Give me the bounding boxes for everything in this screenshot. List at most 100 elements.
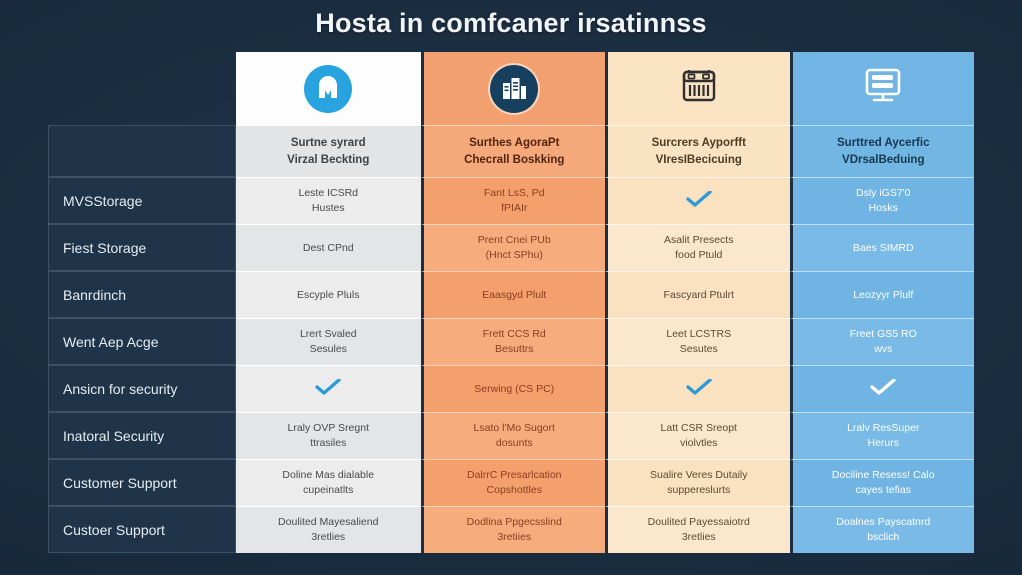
cell-line2: violvtles xyxy=(680,437,718,449)
cell-line1: DalrrC Presarlcation xyxy=(466,469,562,482)
table-cell[interactable]: Fant LsS, Pd fPIAIr xyxy=(420,177,605,224)
column-header-icon-4 xyxy=(789,52,974,125)
table-cell[interactable]: Dsly iGS7'0 Hosks xyxy=(789,177,974,224)
cell-line1: Lraly OVP Sregnt xyxy=(287,422,369,435)
table-cell[interactable]: Dodlina Ppgecsslind 3retiies xyxy=(420,506,605,553)
table-cell[interactable]: Dociline Resess! Calo cayes tefias xyxy=(789,459,974,506)
row-label: Went Aep Acge xyxy=(48,318,236,365)
table-row: Fiest Storage Dest CPnd Prent Cnei PUb (Hnc… xyxy=(48,224,974,271)
row-label: Banrdinch xyxy=(48,271,236,318)
cell-line2: fPIAIr xyxy=(501,202,528,214)
cell-line1: Lrert Svaled xyxy=(299,328,357,341)
column-header-icon-2 xyxy=(420,52,605,125)
check-icon xyxy=(686,378,712,395)
cell-line1: Fant LsS, Pd xyxy=(483,187,545,200)
header-title-row: Surtne syrard Virzal Beckting Surthes Agor… xyxy=(48,125,974,177)
column-title-line2: Virzal Beckting xyxy=(287,153,370,166)
cell-line2: dosunts xyxy=(495,437,533,449)
table-cell[interactable]: Lralv ResSuper Herurs xyxy=(789,412,974,459)
check-icon xyxy=(870,378,896,395)
check-icon xyxy=(686,190,712,207)
server-building-icon xyxy=(490,64,539,113)
table-cell[interactable]: Fascyard Ptulrt xyxy=(605,271,790,318)
table-cell[interactable]: Doulited Mayesaliend 3retlies xyxy=(236,506,421,553)
cell-line1: Baes SIMRD xyxy=(852,241,914,254)
table-cell[interactable]: Sualire Veres Dutaily suppereslurts xyxy=(605,459,790,506)
cell-line2: wvs xyxy=(874,343,893,355)
row-label: Inatoral Security xyxy=(48,412,236,459)
cell-line2: Besuttrs xyxy=(494,343,534,355)
column-header-title-2[interactable]: Surthes AgoraPt Checrall Boskking xyxy=(420,125,605,177)
table-cell[interactable] xyxy=(605,177,790,224)
column-title-line2: Checrall Boskking xyxy=(464,153,565,166)
table-cell[interactable]: Leozyyr Plulf xyxy=(789,271,974,318)
column-title-line1: Surttred Aycerfic xyxy=(837,136,930,149)
comparison-table-container: Surtne syrard Virzal Beckting Surthes Agor… xyxy=(48,52,974,553)
table-cell[interactable]: Doalnes Payscatnrd bsclich xyxy=(789,506,974,553)
cell-line2: Herurs xyxy=(867,437,899,449)
header-icon-row xyxy=(48,52,974,125)
table-row: Customer Support Doline Mas dialable cupei… xyxy=(48,459,974,506)
table-cell[interactable]: Serwing (CS PC) xyxy=(420,365,605,412)
table-cell[interactable]: Lrert Svaled Sesules xyxy=(236,318,421,365)
table-cell[interactable] xyxy=(789,365,974,412)
cell-line1: Eaasgyd Plult xyxy=(482,288,547,301)
table-cell[interactable]: Baes SIMRD xyxy=(789,224,974,271)
table-row: Banrdinch Escyple Pluls Eaasgyd Plult Fascy… xyxy=(48,271,974,318)
cell-line2: (Hnct SPhu) xyxy=(485,249,543,261)
column-header-title-1[interactable]: Surtne syrard Virzal Beckting xyxy=(236,125,421,177)
table-cell[interactable]: Latt CSR Sreopt violvtles xyxy=(605,412,790,459)
table-cell[interactable]: Lraly OVP Sregnt ttrasiles xyxy=(236,412,421,459)
table-cell[interactable]: Leste ICSRd Hustes xyxy=(236,177,421,224)
table-cell[interactable]: Dest CPnd xyxy=(236,224,421,271)
table-cell[interactable]: Prent Cnei PUb (Hnct SPhu) xyxy=(420,224,605,271)
header-corner-cell xyxy=(48,52,236,125)
cell-line1: Fascyard Ptulrt xyxy=(663,288,735,301)
table-cell[interactable]: DalrrC Presarlcation Copshottles xyxy=(420,459,605,506)
table-cell[interactable]: Frett CCS Rd Besuttrs xyxy=(420,318,605,365)
row-label: Ansicn for security xyxy=(48,365,236,412)
cell-line2: 3retlies xyxy=(681,531,716,543)
row-label: Fiest Storage xyxy=(48,224,236,271)
table-row: Inatoral Security Lraly OVP Sregnt ttrasil… xyxy=(48,412,974,459)
table-row: MVSStorage Leste ICSRd Hustes Fant LsS, Pd f… xyxy=(48,177,974,224)
cell-line1: Doline Mas dialable xyxy=(282,469,375,482)
table-cell[interactable] xyxy=(236,365,421,412)
server-rack-icon xyxy=(675,65,723,109)
column-header-icon-3 xyxy=(605,52,790,125)
desktop-monitor-icon xyxy=(859,65,907,109)
table-row: Ansicn for security Serwing (CS PC) xyxy=(48,365,974,412)
cell-line1: Dodlina Ppgecsslind xyxy=(466,516,562,529)
table-cell[interactable]: Escyple Pluls xyxy=(236,271,421,318)
column-title-line2: VDrsalBeduing xyxy=(842,153,925,166)
check-icon xyxy=(315,378,341,395)
cell-line2: Hosks xyxy=(868,202,898,214)
cell-line1: Escyple Pluls xyxy=(297,288,360,301)
table-cell[interactable]: Lsato l'Mo Sugort dosunts xyxy=(420,412,605,459)
column-title-line2: VIresIBecicuing xyxy=(655,153,742,166)
cell-line1: Dociline Resess! Calo xyxy=(831,469,935,482)
table-cell[interactable]: Doulited Payessaiotrd 3retlies xyxy=(605,506,790,553)
column-title-line1: Surcrers Ayporfft xyxy=(651,136,746,149)
comparison-table: Surtne syrard Virzal Beckting Surthes Agor… xyxy=(48,52,974,553)
cell-line2: suppereslurts xyxy=(667,484,731,496)
cell-line1: Dsly iGS7'0 xyxy=(855,187,911,200)
table-cell[interactable] xyxy=(605,365,790,412)
cell-line1: Sualire Veres Dutaily xyxy=(650,469,748,482)
cell-line2: 3retlies xyxy=(311,531,346,543)
column-header-title-3[interactable]: Surcrers Ayporfft VIresIBecicuing xyxy=(605,125,790,177)
cell-line1: Leste ICSRd xyxy=(298,187,359,200)
column-title-line1: Surtne syrard xyxy=(290,136,366,149)
page-title: Hosta in comfcaner irsatinnss xyxy=(315,8,707,38)
table-cell[interactable]: Asalit Presects food Ptuld xyxy=(605,224,790,271)
cell-line2: food Ptuld xyxy=(675,249,723,261)
table-cell[interactable]: Eaasgyd Plult xyxy=(420,271,605,318)
table-row: Went Aep Acge Lrert Svaled Sesules Frett CC… xyxy=(48,318,974,365)
cell-line2: bsclich xyxy=(867,531,900,543)
cell-line1: Serwing (CS PC) xyxy=(474,382,555,395)
table-cell[interactable]: Leet LCSTRS Sesutes xyxy=(605,318,790,365)
row-label: MVSStorage xyxy=(48,177,236,224)
table-cell[interactable]: Freet GS5 RO wvs xyxy=(789,318,974,365)
table-cell[interactable]: Doline Mas dialable cupeinatlts xyxy=(236,459,421,506)
column-header-title-4[interactable]: Surttred Aycerfic VDrsalBeduing xyxy=(789,125,974,177)
